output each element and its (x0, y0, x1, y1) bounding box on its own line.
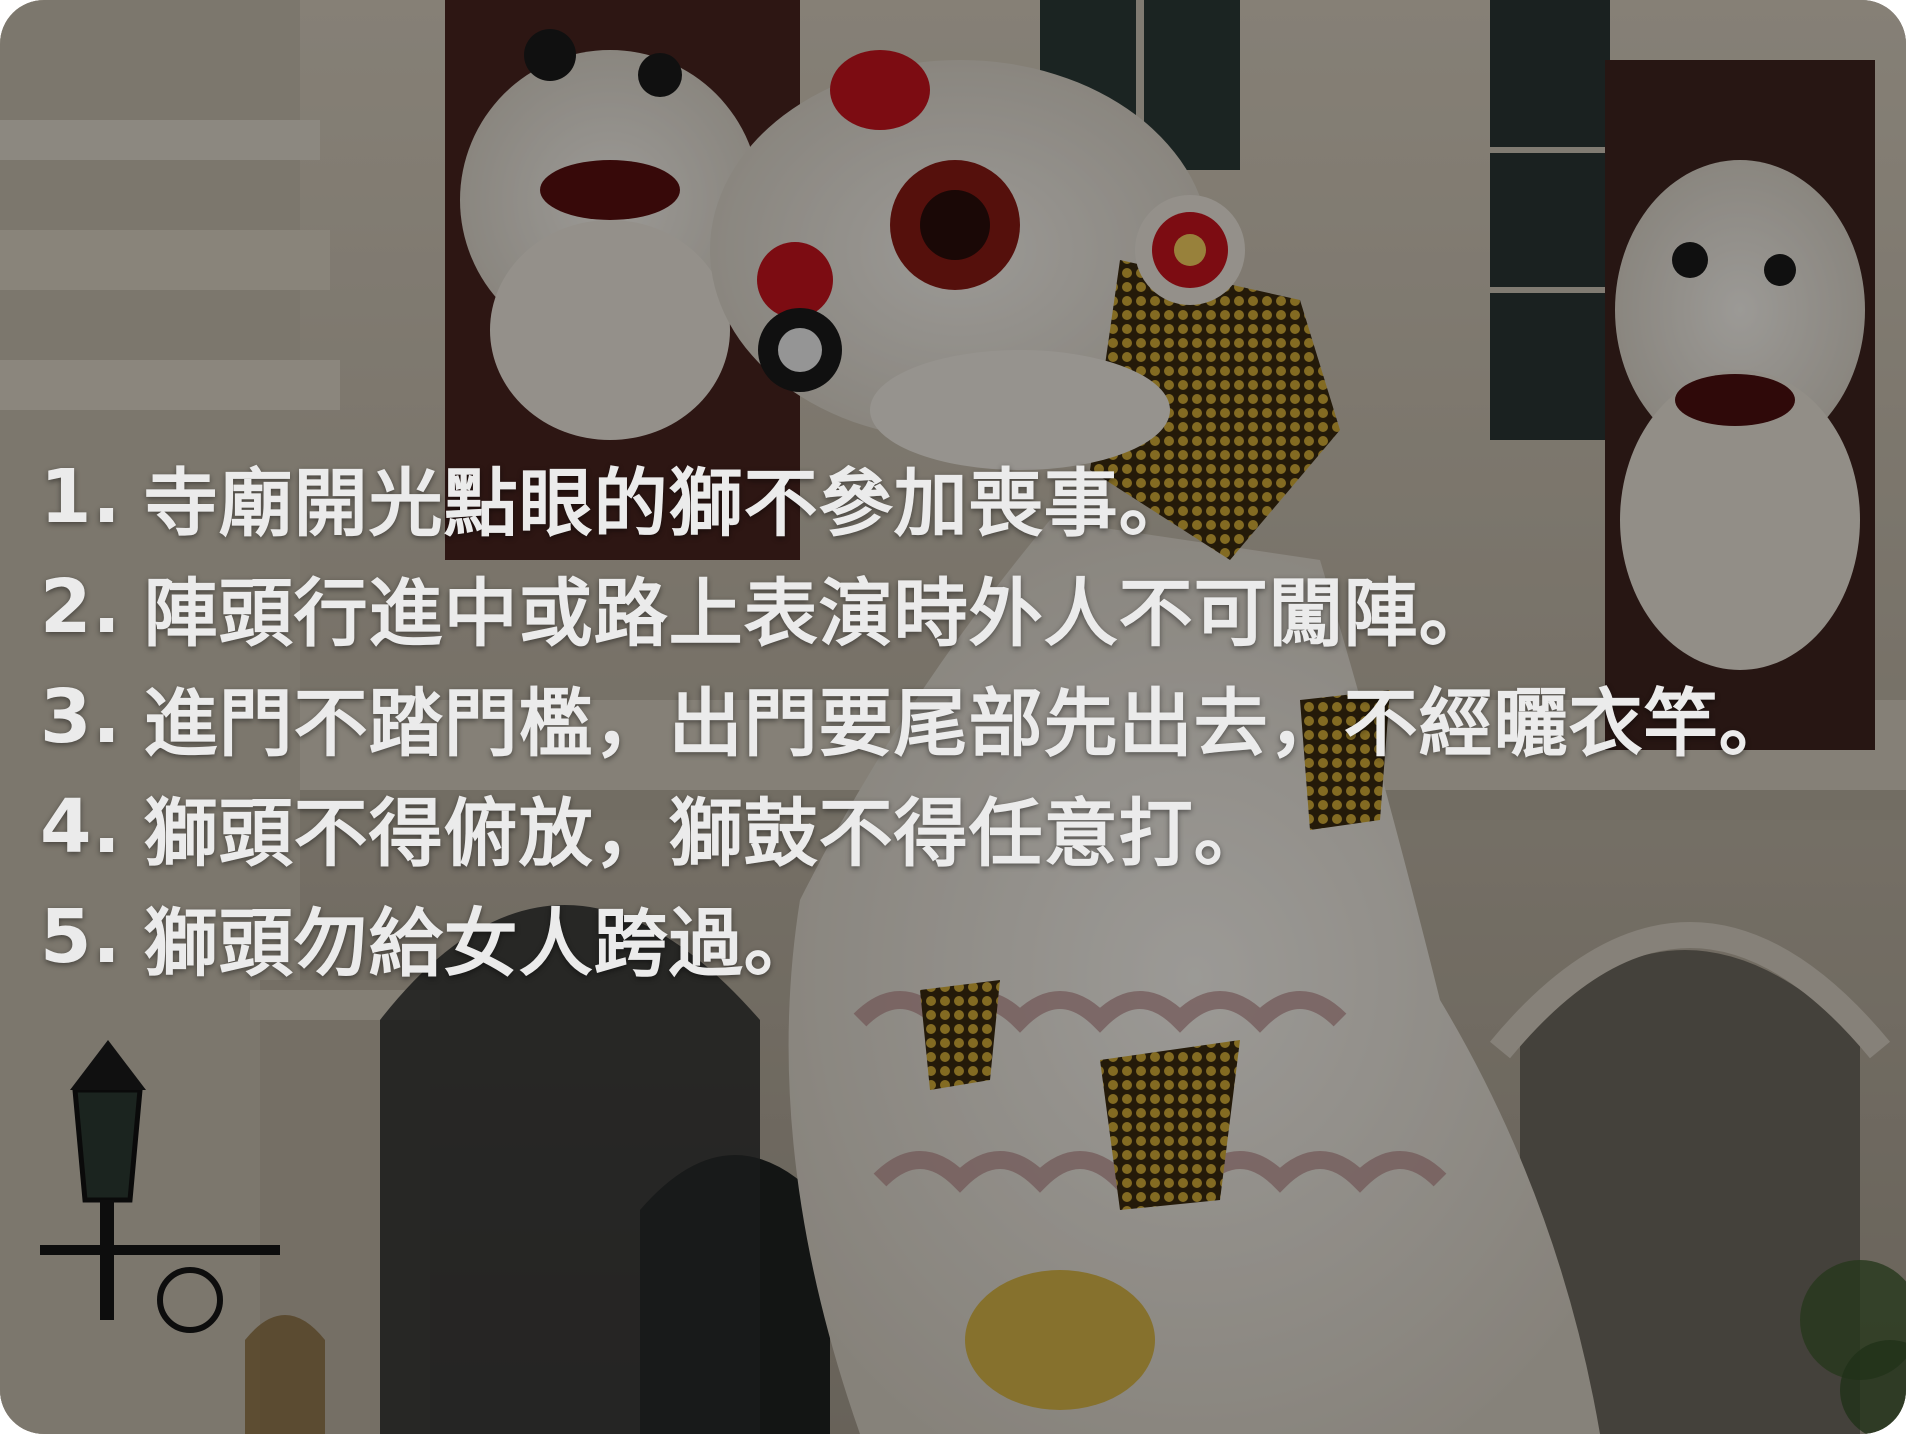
rule-text: 寺廟開光點眼的獅不參加喪事。 (143, 460, 1194, 547)
rule-number: 3. (40, 674, 122, 760)
rule-text: 進門不踏門檻，出門要尾部先出去，不經曬衣竿。 (143, 680, 1794, 767)
rule-4: 4. 獅頭不得俯放，獅鼓不得任意打。 (40, 772, 1794, 882)
rule-1: 1. 寺廟開光點眼的獅不參加喪事。 (40, 442, 1794, 552)
rule-2: 2. 陣頭行進中或路上表演時外人不可闖陣。 (40, 552, 1794, 662)
rule-5: 5. 獅頭勿給女人跨過。 (40, 882, 1794, 992)
rule-number: 1. (40, 454, 122, 540)
rule-number: 2. (40, 564, 122, 650)
taboo-rules-list: 1. 寺廟開光點眼的獅不參加喪事。 2. 陣頭行進中或路上表演時外人不可闖陣。 … (40, 442, 1794, 992)
rule-text: 陣頭行進中或路上表演時外人不可闖陣。 (143, 570, 1494, 657)
rule-3: 3. 進門不踏門檻，出門要尾部先出去，不經曬衣竿。 (40, 662, 1794, 772)
rule-text: 獅頭勿給女人跨過。 (143, 900, 819, 987)
rule-number: 4. (40, 784, 122, 870)
photo-card: 1. 寺廟開光點眼的獅不參加喪事。 2. 陣頭行進中或路上表演時外人不可闖陣。 … (0, 0, 1906, 1434)
rule-text: 獅頭不得俯放，獅鼓不得任意打。 (143, 790, 1269, 877)
rule-number: 5. (40, 894, 122, 980)
